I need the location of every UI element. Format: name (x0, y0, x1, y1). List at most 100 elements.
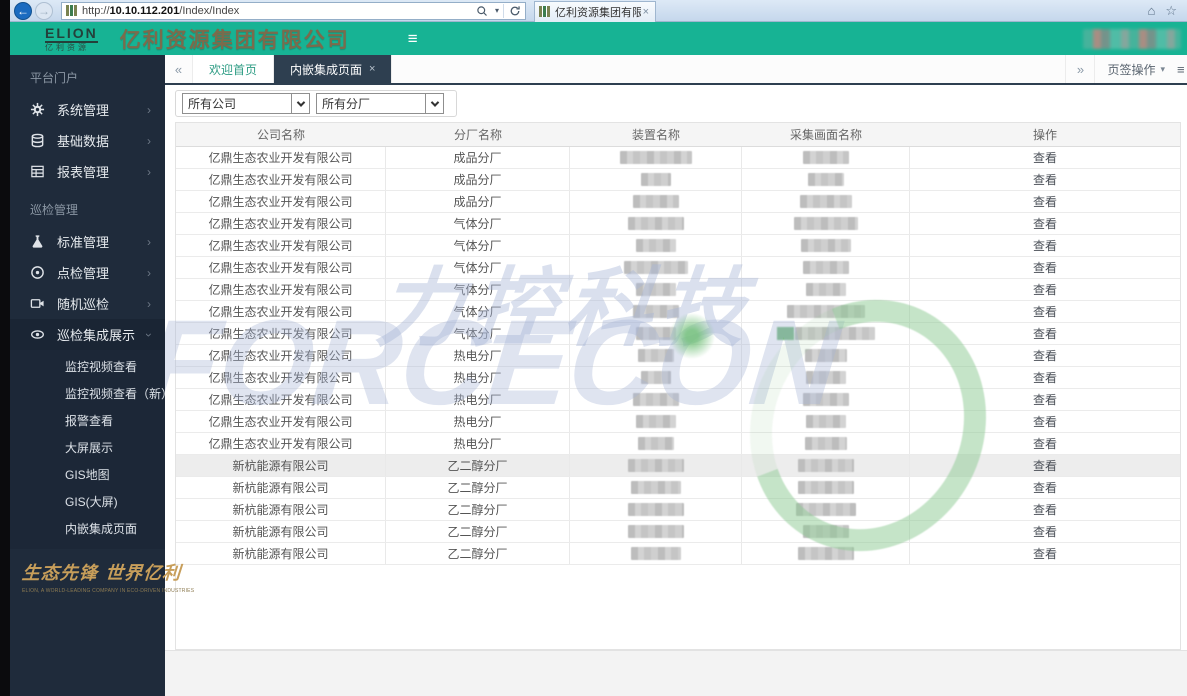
cell-device-redacted (570, 389, 742, 410)
cell-screen-redacted (742, 389, 910, 410)
table-row: 亿鼎生态农业开发有限公司 气体分厂 查看 (176, 235, 1180, 257)
chevron-right-icon: › (147, 133, 151, 148)
cell-plant: 气体分厂 (386, 301, 570, 322)
sidebar-item[interactable]: 报表管理 › (10, 156, 165, 187)
home-icon[interactable]: ⌂ (1147, 3, 1155, 18)
sidebar-subitem[interactable]: 内嵌集成页面 (10, 516, 165, 543)
view-link[interactable]: 查看 (1033, 325, 1057, 342)
sidebar-subitem[interactable]: GIS地图 (10, 462, 165, 489)
cell-screen-redacted (742, 235, 910, 256)
chevron-down-icon: ▾ (1160, 63, 1165, 74)
tab-welcome[interactable]: 欢迎首页 (193, 55, 275, 83)
app-window: ← → http://10.10.112.201/Index/Index ▾ 亿… (0, 0, 1187, 696)
redacted-block (632, 393, 679, 406)
sidebar-item[interactable]: 随机巡检 › (10, 288, 165, 319)
cell-plant: 气体分厂 (386, 323, 570, 344)
browser-forward-button[interactable]: → (35, 2, 53, 20)
view-link[interactable]: 查看 (1033, 391, 1057, 408)
elion-logo: ELION 亿利资源 (45, 26, 98, 52)
redacted-block (797, 481, 854, 494)
redacted-block (799, 195, 852, 208)
sidebar-item-label: 基础数据 (57, 134, 110, 149)
col-header-device: 装置名称 (631, 128, 680, 142)
sidebar-submenu: 监控视频查看 监控视频查看（新） 报警查看 大屏展示 GIS地图 GIS(大屏) 内嵌集成页… (10, 350, 173, 549)
refresh-icon[interactable] (505, 3, 525, 19)
search-dropdown-caret[interactable]: ▾ (492, 3, 502, 19)
sidebar-item[interactable]: 巡检集成展示 › (10, 319, 165, 350)
favorites-star-icon[interactable]: ☆ (1165, 3, 1177, 19)
view-link[interactable]: 查看 (1033, 413, 1057, 430)
sidebar-subitem[interactable]: 监控视频查看（新） (10, 381, 173, 408)
table-row: 亿鼎生态农业开发有限公司 气体分厂 查看 (176, 213, 1180, 235)
cell-screen-redacted (742, 169, 910, 190)
cell-plant: 成品分厂 (386, 147, 570, 168)
filter-panel: 所有公司 所有分厂 (175, 90, 457, 117)
view-link[interactable]: 查看 (1033, 347, 1057, 364)
redacted-block (635, 239, 676, 252)
cell-action: 查看 (910, 169, 1180, 190)
view-link[interactable]: 查看 (1033, 435, 1057, 452)
view-link[interactable]: 查看 (1033, 193, 1057, 210)
tab-embedded-page[interactable]: 内嵌集成页面 × (274, 55, 393, 83)
view-link[interactable]: 查看 (1033, 215, 1057, 232)
sidebar-item[interactable]: 点检管理 › (10, 257, 165, 288)
select-arrow-icon[interactable] (425, 94, 443, 113)
cell-action: 查看 (910, 477, 1180, 498)
browser-back-button[interactable]: ← (14, 2, 32, 20)
view-link[interactable]: 查看 (1033, 369, 1057, 386)
cell-device-redacted (570, 301, 742, 322)
browser-tab-close-icon[interactable]: × (641, 6, 651, 18)
view-link[interactable]: 查看 (1033, 457, 1057, 474)
view-link[interactable]: 查看 (1033, 303, 1057, 320)
view-link[interactable]: 查看 (1033, 523, 1057, 540)
cell-company: 亿鼎生态农业开发有限公司 (176, 345, 386, 366)
sidebar-subitem[interactable]: 报警查看 (10, 408, 165, 435)
menu-toggle-icon[interactable]: ≡ (408, 30, 418, 47)
view-link[interactable]: 查看 (1033, 479, 1057, 496)
select-arrow-icon[interactable] (291, 94, 309, 113)
sidebar-item[interactable]: 标准管理 › (10, 226, 165, 257)
redacted-block (627, 217, 684, 230)
table-row: 亿鼎生态农业开发有限公司 气体分厂 查看 (176, 257, 1180, 279)
cell-plant: 乙二醇分厂 (386, 499, 570, 520)
cell-screen-redacted (742, 345, 910, 366)
redacted-block (797, 459, 854, 472)
view-link[interactable]: 查看 (1033, 545, 1057, 562)
view-link[interactable]: 查看 (1033, 281, 1057, 298)
address-bar[interactable]: http://10.10.112.201/Index/Index ▾ (61, 1, 526, 20)
redacted-block (805, 415, 846, 428)
list-icon[interactable]: ≡ (1177, 62, 1187, 77)
cell-device-redacted (570, 235, 742, 256)
tabs-scroll-left-icon[interactable]: « (165, 55, 193, 83)
cell-device-redacted (570, 543, 742, 564)
cell-company: 新杭能源有限公司 (176, 521, 386, 542)
browser-tab[interactable]: 亿利资源集团有限公司 × (534, 0, 656, 22)
table-row: 亿鼎生态农业开发有限公司 成品分厂 查看 (176, 191, 1180, 213)
view-link[interactable]: 查看 (1033, 237, 1057, 254)
cell-company: 亿鼎生态农业开发有限公司 (176, 191, 386, 212)
redacted-block (797, 547, 854, 560)
view-link[interactable]: 查看 (1033, 259, 1057, 276)
cell-company: 亿鼎生态农业开发有限公司 (176, 279, 386, 300)
tab-close-icon[interactable]: × (369, 63, 375, 75)
plant-select[interactable]: 所有分厂 (316, 93, 444, 114)
view-link[interactable]: 查看 (1033, 171, 1057, 188)
tabs-scroll-right-icon[interactable]: » (1066, 62, 1094, 77)
sidebar-subitem[interactable]: 大屏展示 (10, 435, 165, 462)
sidebar-subitem[interactable]: GIS(大屏) (10, 489, 165, 516)
cell-action: 查看 (910, 213, 1180, 234)
cell-screen-redacted (742, 191, 910, 212)
cell-action: 查看 (910, 521, 1180, 542)
tab-label: 内嵌集成页面 (290, 62, 363, 77)
sidebar-item[interactable]: 系统管理 › (10, 94, 165, 125)
view-link[interactable]: 查看 (1033, 149, 1057, 166)
view-link[interactable]: 查看 (1033, 501, 1057, 518)
sidebar-item[interactable]: 基础数据 › (10, 125, 165, 156)
cell-company: 亿鼎生态农业开发有限公司 (176, 257, 386, 278)
search-icon[interactable] (472, 3, 492, 19)
tab-operations-menu[interactable]: 页签操作 ▾ (1094, 55, 1177, 83)
company-select[interactable]: 所有公司 (182, 93, 310, 114)
logo-text: ELION (45, 24, 98, 43)
sidebar-subitem[interactable]: 监控视频查看 (10, 354, 165, 381)
cell-screen-redacted (742, 301, 910, 322)
